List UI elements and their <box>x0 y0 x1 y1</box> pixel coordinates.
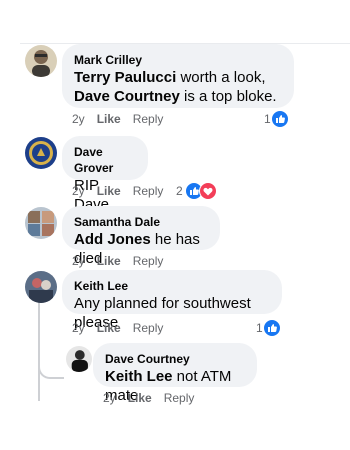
avatar[interactable] <box>25 271 57 303</box>
comment-author[interactable]: Dave Grover <box>74 144 136 176</box>
mention-link[interactable]: Dave Courtney <box>74 88 180 105</box>
reactions[interactable]: 1 <box>264 110 289 128</box>
like-button[interactable]: Like <box>128 391 152 405</box>
mention-link[interactable]: Add Jones <box>74 231 151 248</box>
reply-connector <box>38 361 64 379</box>
comment-actions: 2y Like Reply <box>72 111 175 127</box>
reply-button[interactable]: Reply <box>133 254 164 268</box>
comment-actions: 2y Like Reply <box>103 390 206 406</box>
love-icon <box>198 182 217 200</box>
reply-button[interactable]: Reply <box>164 391 195 405</box>
reaction-count: 1 <box>256 321 263 335</box>
comment-author[interactable]: Samantha Dale <box>74 214 208 230</box>
reply-button[interactable]: Reply <box>133 112 164 126</box>
timestamp[interactable]: 2y <box>72 254 85 268</box>
avatar[interactable] <box>25 137 57 169</box>
mention-link[interactable]: Keith Lee <box>105 368 173 385</box>
reaction-count: 2 <box>176 184 183 198</box>
timestamp[interactable]: 2y <box>72 184 85 198</box>
comment-author[interactable]: Mark Crilley <box>74 52 282 68</box>
timestamp[interactable]: 2y <box>72 112 85 126</box>
mention-link[interactable]: Terry Paulucci <box>74 69 176 86</box>
reaction-count: 1 <box>264 112 271 126</box>
reply-button[interactable]: Reply <box>133 184 164 198</box>
comment-actions: 2y Like Reply <box>72 253 175 269</box>
timestamp[interactable]: 2y <box>72 321 85 335</box>
avatar[interactable] <box>66 346 92 372</box>
comment-author[interactable]: Keith Lee <box>74 278 270 294</box>
comment-bubble: Keith Lee Any planned for southwest plea… <box>62 270 282 331</box>
thread-line <box>38 295 40 401</box>
comment-bubble: Samantha Dale Add Jones he has died <box>62 206 220 267</box>
like-button[interactable]: Like <box>97 254 121 268</box>
reactions[interactable]: 2 <box>176 182 217 200</box>
like-button[interactable]: Like <box>97 321 121 335</box>
comment-author[interactable]: Dave Courtney <box>105 351 245 367</box>
comment-bubble: Dave Grover RIP Dave <box>62 136 148 213</box>
like-icon <box>262 319 281 337</box>
reply-bubble: Dave Courtney Keith Lee not ATM mate <box>93 343 257 404</box>
avatar[interactable] <box>25 45 57 77</box>
avatar[interactable] <box>25 207 57 239</box>
like-icon <box>270 110 289 128</box>
like-button[interactable]: Like <box>97 184 121 198</box>
comment-bubble: Mark Crilley Terry Paulucci worth a look… <box>62 44 294 108</box>
comment-actions: 2y Like Reply <box>72 183 175 199</box>
reply-button[interactable]: Reply <box>133 321 164 335</box>
comment-text: Terry Paulucci worth a look, Dave Courtn… <box>74 69 277 105</box>
like-button[interactable]: Like <box>97 112 121 126</box>
reactions[interactable]: 1 <box>256 319 281 337</box>
timestamp[interactable]: 2y <box>103 391 116 405</box>
comment-actions: 2y Like Reply <box>72 320 175 336</box>
